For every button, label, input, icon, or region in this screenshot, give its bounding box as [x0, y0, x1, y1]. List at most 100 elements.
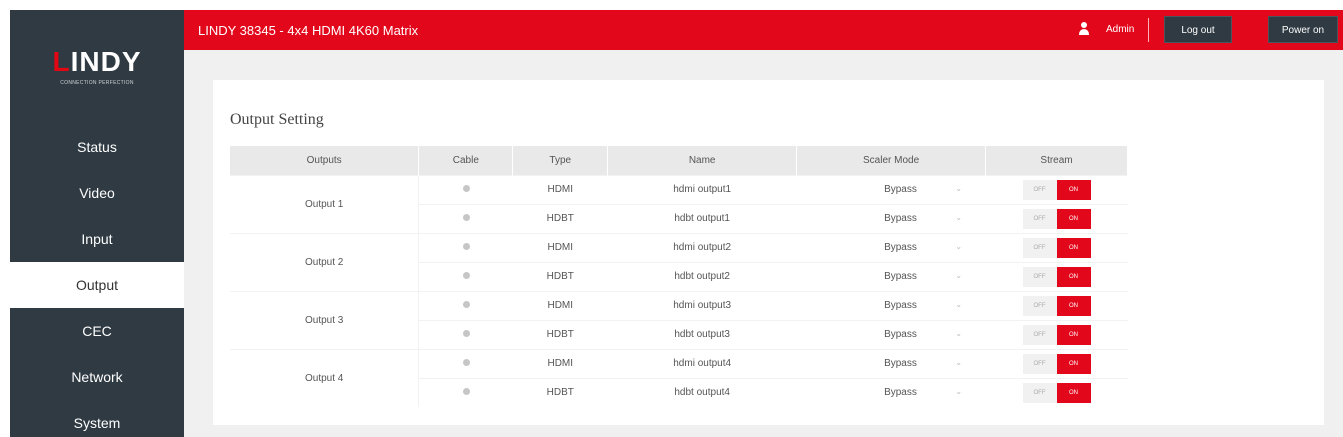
output-name[interactable]: hdbt output2 — [607, 261, 797, 291]
sidebar-item-network[interactable]: Network — [10, 354, 184, 400]
stream-on-option[interactable]: ON — [1056, 382, 1091, 403]
column-header-type: Type — [512, 146, 609, 175]
output-type: HDBT — [512, 203, 608, 233]
sidebar-item-status[interactable]: Status — [10, 124, 184, 170]
stream-toggle[interactable]: OFF ON — [1022, 179, 1091, 200]
stream-on-option[interactable]: ON — [1056, 295, 1091, 316]
chevron-down-icon: ⌄ — [955, 242, 963, 251]
stream-on-option[interactable]: ON — [1056, 266, 1091, 287]
cable-status-indicator — [462, 330, 470, 337]
sidebar-item-video[interactable]: Video — [10, 170, 184, 216]
column-header-outputs: Outputs — [230, 146, 420, 175]
stream-off-option[interactable]: OFF — [1022, 208, 1057, 229]
power-on-button[interactable]: Power on — [1268, 16, 1338, 43]
stream-toggle[interactable]: OFF ON — [1022, 295, 1091, 316]
app-title: LINDY 38345 - 4x4 HDMI 4K60 Matrix — [198, 23, 419, 38]
page-title: Output Setting — [230, 111, 324, 128]
scaler-mode-select[interactable]: Bypass ⌄ — [816, 271, 966, 282]
sidebar: LINDY CONNECTION PERFECTION Status Video… — [10, 10, 184, 437]
stream-off-option[interactable]: OFF — [1022, 237, 1057, 258]
sidebar-item-input[interactable]: Input — [10, 216, 184, 262]
cable-status-indicator — [462, 301, 470, 308]
output-label: Output 2 — [230, 232, 420, 291]
cable-status-indicator — [462, 243, 470, 250]
table-row: Output 3 HDMI hdmi output3 Bypass ⌄ OFF ON — [230, 290, 1128, 349]
output-name[interactable]: hdmi output2 — [607, 232, 797, 262]
column-header-cable: Cable — [418, 146, 514, 175]
output-name[interactable]: hdmi output1 — [607, 174, 797, 204]
stream-toggle[interactable]: OFF ON — [1022, 382, 1091, 403]
output-name[interactable]: hdbt output1 — [607, 203, 797, 233]
stream-toggle[interactable]: OFF ON — [1022, 324, 1091, 345]
scaler-mode-select[interactable]: Bypass ⌄ — [816, 184, 966, 195]
stream-off-option[interactable]: OFF — [1022, 295, 1057, 316]
logo-tagline: CONNECTION PERFECTION — [60, 80, 134, 86]
cable-status-indicator — [462, 272, 470, 279]
sidebar-item-output[interactable]: Output — [10, 262, 184, 308]
output-type: HDMI — [512, 174, 608, 204]
cable-status-indicator — [462, 359, 470, 366]
stream-off-option[interactable]: OFF — [1022, 266, 1057, 287]
output-label: Output 4 — [230, 348, 420, 407]
chevron-down-icon: ⌄ — [955, 358, 963, 367]
admin-label[interactable]: Admin — [1106, 24, 1134, 35]
scaler-mode-select[interactable]: Bypass ⌄ — [816, 213, 966, 224]
stream-on-option[interactable]: ON — [1056, 353, 1091, 374]
output-type: HDBT — [512, 377, 608, 407]
chevron-down-icon: ⌄ — [955, 271, 963, 280]
stream-toggle[interactable]: OFF ON — [1022, 237, 1091, 258]
output-name[interactable]: hdbt output4 — [607, 377, 797, 407]
stream-on-option[interactable]: ON — [1056, 208, 1091, 229]
output-type: HDBT — [512, 319, 608, 349]
scaler-mode-select[interactable]: Bypass ⌄ — [816, 329, 966, 340]
stream-on-option[interactable]: ON — [1056, 237, 1091, 258]
scaler-mode-select[interactable]: Bypass ⌄ — [816, 300, 966, 311]
header-divider — [1148, 18, 1149, 42]
chevron-down-icon: ⌄ — [955, 387, 963, 397]
stream-toggle[interactable]: OFF ON — [1022, 266, 1091, 287]
output-type: HDBT — [512, 261, 608, 291]
chevron-down-icon: ⌄ — [955, 329, 963, 338]
logout-button[interactable]: Log out — [1164, 16, 1232, 43]
lindy-logo: LINDY CONNECTION PERFECTION — [10, 10, 184, 128]
stream-on-option[interactable]: ON — [1056, 324, 1091, 345]
stream-off-option[interactable]: OFF — [1022, 382, 1057, 403]
cable-status-indicator — [462, 388, 470, 396]
stream-off-option[interactable]: OFF — [1022, 353, 1057, 374]
table-row: Output 2 HDMI hdmi output2 Bypass ⌄ OFF ON — [230, 232, 1128, 291]
chevron-down-icon: ⌄ — [955, 213, 963, 222]
cable-status-indicator — [462, 214, 470, 221]
output-type: HDMI — [512, 290, 608, 320]
column-header-name: Name — [607, 146, 798, 175]
table-header-row: Outputs Cable Type Name Scaler Mode Stre… — [230, 146, 1128, 175]
chevron-down-icon: ⌄ — [955, 300, 963, 309]
output-label: Output 1 — [230, 174, 420, 233]
logo-wordmark: LINDY — [52, 46, 142, 77]
output-table: Outputs Cable Type Name Scaler Mode Stre… — [230, 146, 1128, 407]
output-type: HDMI — [512, 232, 608, 262]
column-header-stream: Stream — [985, 146, 1128, 175]
cable-status-indicator — [462, 185, 470, 192]
stream-off-option[interactable]: OFF — [1022, 179, 1057, 200]
output-name[interactable]: hdmi output4 — [607, 348, 797, 378]
scaler-mode-select[interactable]: Bypass ⌄ — [816, 358, 966, 369]
sidebar-nav: Status Video Input Output CEC Network Sy… — [10, 124, 184, 437]
chevron-down-icon: ⌄ — [955, 184, 963, 193]
sidebar-item-cec[interactable]: CEC — [10, 308, 184, 354]
column-header-scaler-mode: Scaler Mode — [796, 146, 987, 175]
output-name[interactable]: hdbt output3 — [607, 319, 797, 349]
output-type: HDMI — [512, 348, 608, 378]
table-row: Output 4 HDMI hdmi output4 Bypass ⌄ OFF ON — [230, 348, 1128, 407]
output-name[interactable]: hdmi output3 — [607, 290, 797, 320]
stream-toggle[interactable]: OFF ON — [1022, 353, 1091, 374]
stream-toggle[interactable]: OFF ON — [1022, 208, 1091, 229]
sidebar-item-system[interactable]: System — [10, 400, 184, 437]
table-row: Output 1 HDMI hdmi output1 Bypass ⌄ OFF ON — [230, 174, 1128, 233]
stream-on-option[interactable]: ON — [1056, 179, 1091, 200]
scaler-mode-select[interactable]: Bypass ⌄ — [816, 387, 966, 398]
output-label: Output 3 — [230, 290, 420, 349]
scaler-mode-select[interactable]: Bypass ⌄ — [816, 242, 966, 253]
stream-off-option[interactable]: OFF — [1022, 324, 1057, 345]
top-bar: LINDY 38345 - 4x4 HDMI 4K60 Matrix Admin… — [184, 10, 1343, 50]
user-icon — [1077, 22, 1091, 36]
